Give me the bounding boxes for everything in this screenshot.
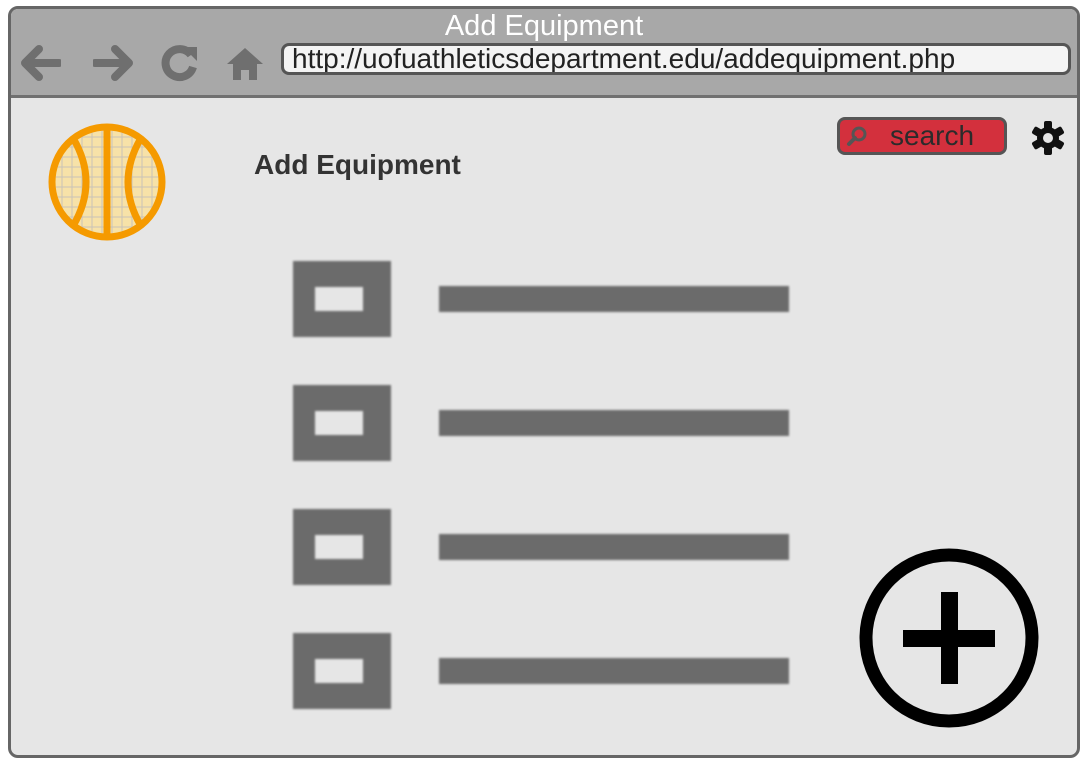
gear-icon [1032,121,1064,155]
image-placeholder-icon [293,385,391,461]
text-placeholder-bar [439,410,789,436]
reload-button[interactable] [157,41,201,85]
arrow-left-icon [21,45,61,81]
home-button[interactable] [223,41,267,85]
search-icon [847,126,867,146]
add-equipment-button[interactable] [857,546,1041,730]
address-bar[interactable]: http://uofuathleticsdepartment.edu/addeq… [281,43,1071,75]
list-item[interactable] [293,509,793,587]
settings-button[interactable] [1029,119,1067,157]
text-placeholder-bar [439,534,789,560]
plus-circle-icon [859,548,1039,728]
arrow-right-icon [93,45,133,81]
browser-window: Add Equipment http://uofuathleticsdepart… [8,6,1080,758]
image-placeholder-icon [293,509,391,585]
text-placeholder-bar [439,286,789,312]
forward-button[interactable] [91,41,135,85]
list-item[interactable] [293,633,793,711]
page-title: Add Equipment [254,149,461,180]
home-icon [227,48,263,80]
image-placeholder-icon [293,633,391,709]
window-title: Add Equipment [444,10,644,42]
image-placeholder-icon [293,261,391,337]
list-item[interactable] [293,385,793,463]
browser-titlebar: Add Equipment http://uofuathleticsdepart… [11,9,1077,98]
basketball-icon [48,123,166,241]
reload-icon [161,45,197,82]
logo [47,122,167,247]
back-button[interactable] [19,41,63,85]
list-item[interactable] [293,261,793,339]
text-placeholder-bar [439,658,789,684]
search-placeholder: search [890,120,975,151]
search-field[interactable]: search [837,117,1007,155]
